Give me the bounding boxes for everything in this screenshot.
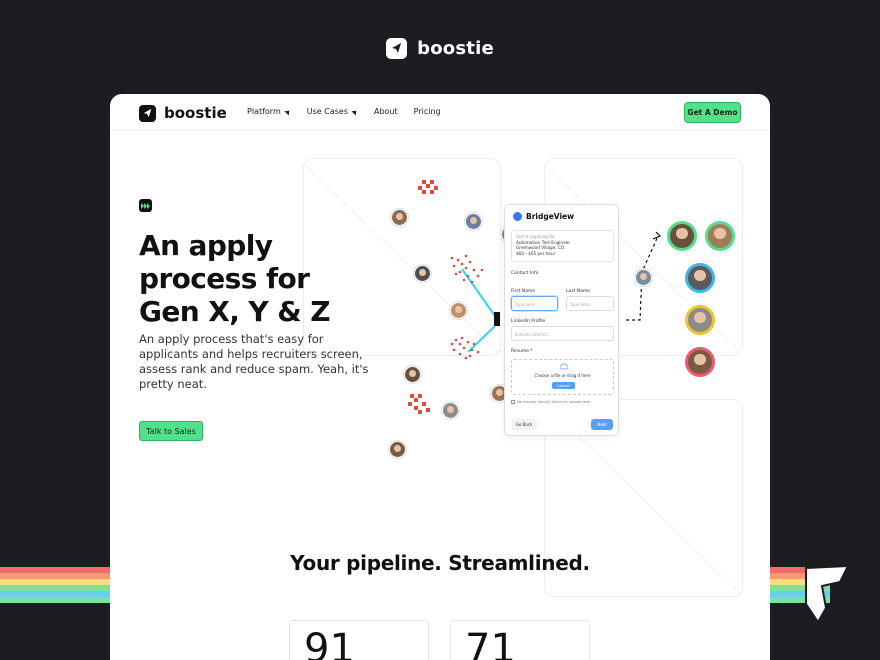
next-button[interactable]: Next: [591, 419, 613, 430]
applicant-avatar: [450, 302, 467, 319]
upload-button[interactable]: Upload: [552, 382, 575, 389]
boostie-logo-icon: [386, 38, 408, 59]
cloud-upload-icon: [560, 363, 568, 370]
ranked-candidate-avatar: [685, 305, 715, 335]
top-brand: boostie: [0, 38, 880, 59]
stat-number: 91: [304, 626, 355, 660]
resume-dropzone[interactable]: Choose a file or drag it here Upload: [511, 359, 614, 395]
first-name-input[interactable]: Type here...: [511, 296, 558, 311]
bridgeview-brand-name: BridgeView: [526, 212, 575, 221]
applicant-avatar: [404, 366, 421, 383]
checkbox-icon: [511, 400, 515, 404]
boostie-flag-icon: [805, 564, 850, 624]
flow-illustration: [408, 180, 662, 414]
checkbox-label: No resume handy? Select to upload later: [517, 400, 591, 404]
linkedin-input[interactable]: linkedin.com/in/...: [511, 326, 614, 341]
stat-number: 71: [465, 626, 516, 660]
pipeline-title: Your pipeline. Streamlined.: [290, 551, 590, 575]
first-name-label: First Name: [511, 289, 536, 294]
job-pay: $60 - $65 per hour: [516, 250, 556, 256]
stat-card: 91: [289, 620, 429, 660]
applicant-avatar: [414, 265, 431, 282]
resume-label: Resume *: [511, 349, 533, 354]
ranked-candidate-avatar: [667, 221, 697, 251]
stat-card: 71: [450, 620, 590, 660]
last-name-input[interactable]: Type here...: [566, 296, 614, 311]
brand-name: boostie: [417, 38, 494, 59]
last-name-label: Last Name: [566, 289, 591, 294]
ranked-candidate-avatar: [705, 221, 735, 251]
applicant-avatar: [391, 209, 408, 226]
applicant-avatar: [465, 213, 482, 230]
ranked-candidate-avatar: [685, 347, 715, 377]
job-summary: You're applying for Automation Test Engi…: [511, 230, 614, 262]
applicant-avatar: [635, 269, 652, 286]
contact-info-heading: Contact Info: [511, 271, 539, 276]
bridgeview-logo-icon: [513, 212, 522, 221]
applicant-avatar: [442, 402, 459, 419]
applicant-avatar: [389, 441, 406, 458]
website-preview: boostie Platform Use Cases About Pricing…: [110, 94, 770, 660]
go-back-button[interactable]: Go Back: [511, 419, 537, 430]
application-form-card: BridgeView You're applying for Automatio…: [504, 204, 619, 436]
rainbow-stripes-left: [0, 567, 110, 603]
upload-later-checkbox[interactable]: No resume handy? Select to upload later: [511, 400, 591, 404]
bridgeview-brand: BridgeView: [513, 212, 574, 221]
linkedin-label: LinkedIn Profile: [511, 319, 546, 324]
dropzone-text: Choose a file or drag it here: [534, 373, 591, 378]
ranked-candidate-avatar: [685, 263, 715, 293]
